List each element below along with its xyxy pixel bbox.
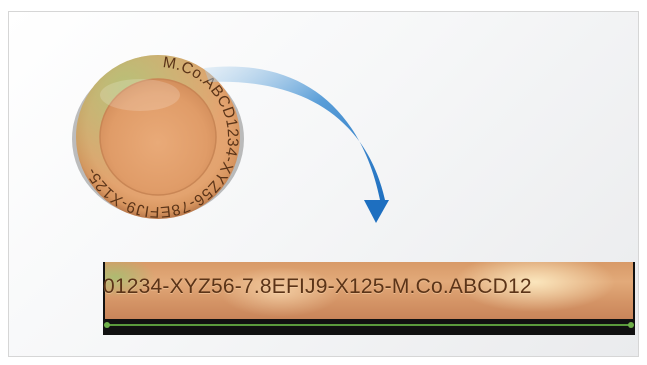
- illustration-panel: M.Co.ABCD1234-XYZ56-78EFIJ9-X125- 01234-…: [8, 11, 639, 357]
- strip-text: 01234-XYZ56-7.8EFIJ9-X125-M.Co.ABCD12: [103, 275, 532, 298]
- strip-surface: 01234-XYZ56-7.8EFIJ9-X125-M.Co.ABCD12: [103, 262, 633, 319]
- unwrapped-text-strip: 01234-XYZ56-7.8EFIJ9-X125-M.Co.ABCD12: [103, 262, 635, 335]
- strip-scale-line: [104, 322, 634, 328]
